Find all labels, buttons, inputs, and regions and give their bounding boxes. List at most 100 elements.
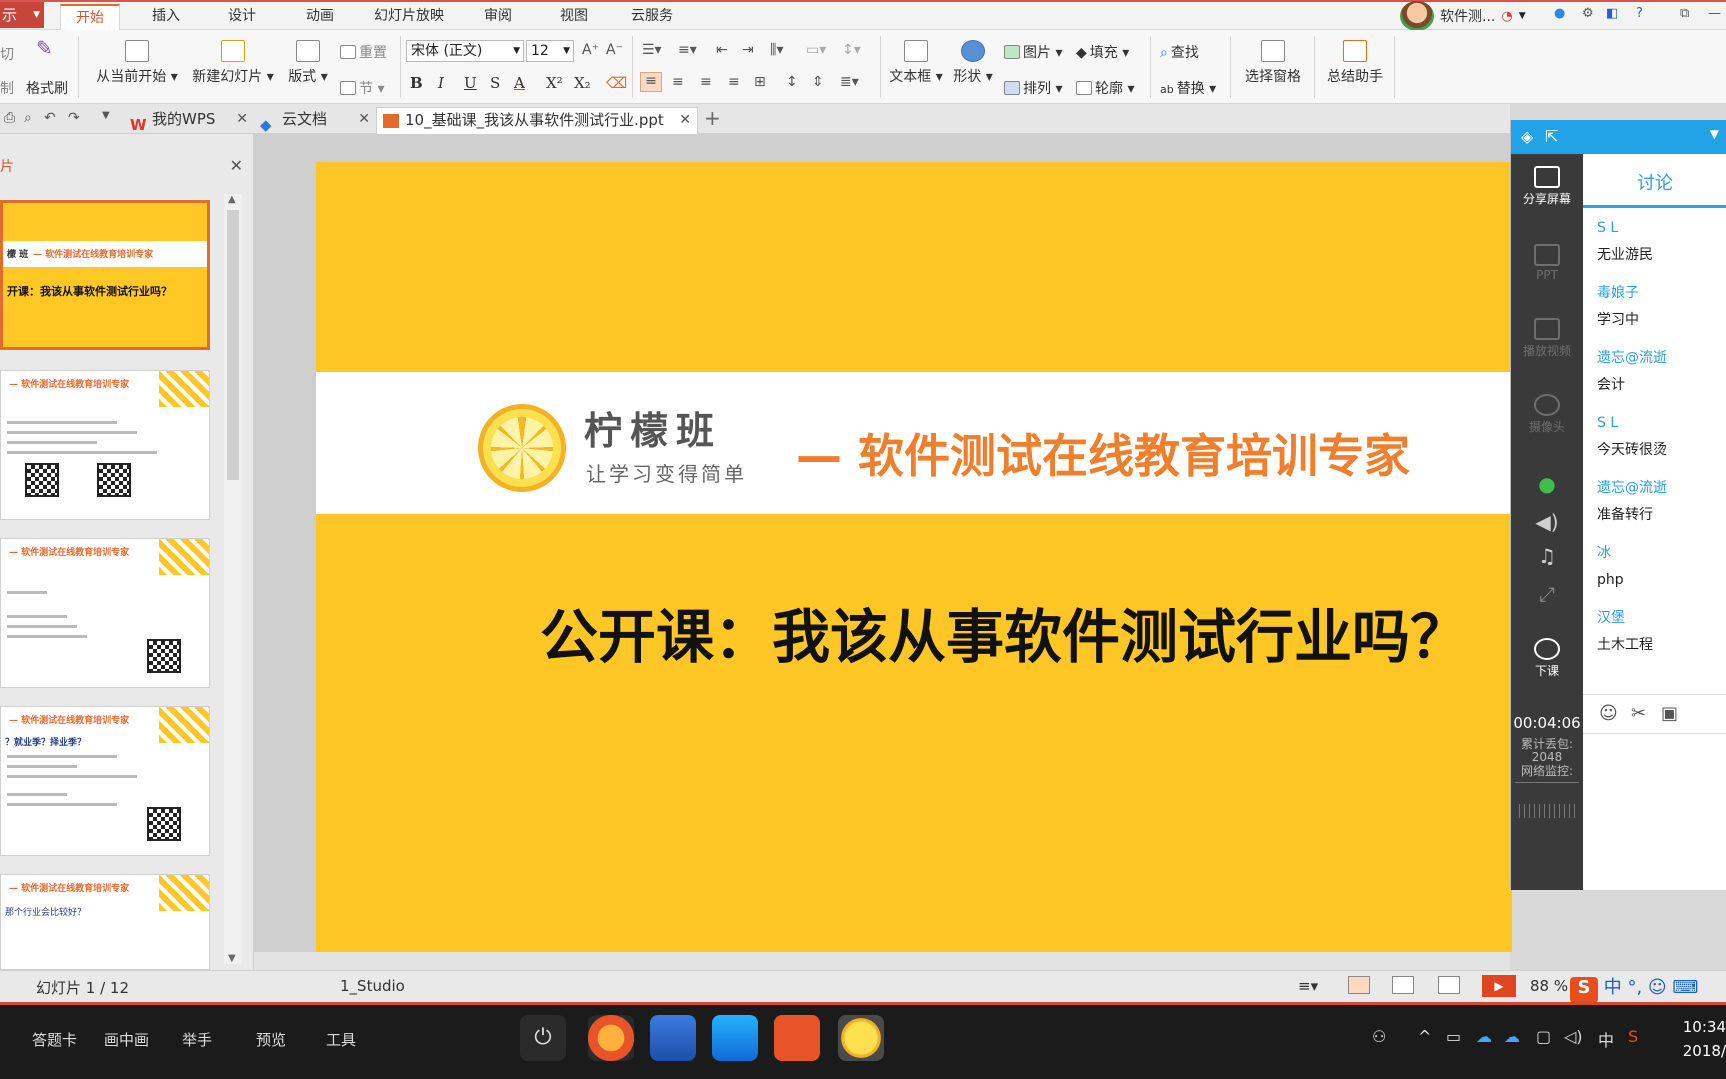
help-icon[interactable]: ?	[1636, 6, 1643, 21]
slide-thumbnail-4[interactable]: — 软件测试在线教育培训专家 ？就业季？择业季？	[0, 706, 210, 856]
new-tab-icon[interactable]: +	[704, 106, 721, 130]
underline-icon[interactable]: U	[464, 74, 477, 92]
sogou-tray-icon[interactable]: S	[1628, 1027, 1638, 1046]
subscript-icon[interactable]: X₂	[574, 74, 591, 92]
bold-icon[interactable]: B	[410, 74, 423, 92]
cloud-icon[interactable]: ☁	[1476, 1027, 1492, 1046]
chevron-down-icon[interactable]: ▼	[228, 953, 236, 964]
scissors-icon[interactable]: ✂	[1631, 703, 1646, 724]
pip-button[interactable]: 画中画	[104, 1029, 149, 1050]
minimize-icon[interactable]: —	[1708, 6, 1721, 21]
shape-button[interactable]: 形状 ▾	[950, 40, 996, 86]
restore-icon[interactable]: ⧉	[1680, 6, 1689, 21]
align-center-icon[interactable]: ≡	[672, 74, 684, 90]
play-video-button[interactable]: 播放视频	[1511, 318, 1583, 359]
tab-cloud-docs[interactable]: ◆ 云文档 ✕	[254, 107, 376, 134]
close-icon[interactable]: ✕	[679, 108, 691, 133]
tab-home[interactable]: 开始	[60, 4, 120, 30]
shadow-icon[interactable]: S	[490, 74, 500, 92]
reading-view-icon[interactable]	[1438, 976, 1460, 994]
user-area[interactable]: 软件测... ◔ ▼	[1400, 1, 1526, 31]
share-screen-button[interactable]: 分享屏幕	[1511, 166, 1583, 207]
new-slide-button[interactable]: 新建幻灯片 ▾	[188, 40, 278, 86]
layout-button[interactable]: 版式 ▾	[284, 40, 332, 86]
canvas-horizontal-scrollbar[interactable]	[254, 952, 1510, 970]
select-pane-button[interactable]: 选择窗格	[1238, 40, 1308, 86]
scroll-thumb[interactable]	[227, 210, 239, 480]
wps-presentation-icon[interactable]	[774, 1015, 820, 1061]
copy-button[interactable]: 制	[0, 78, 14, 98]
tab-discussion[interactable]: 讨论	[1583, 154, 1726, 208]
redo-icon[interactable]: ↷	[68, 110, 80, 126]
app-menu-button[interactable]: 示 ▼	[0, 2, 44, 28]
slide-thumbnail-5[interactable]: — 软件测试在线教育培训专家 那个行业会比较好？	[0, 874, 210, 970]
tab-animation[interactable]: 动画	[294, 4, 346, 30]
text-box-button[interactable]: 文本框 ▾	[886, 40, 946, 86]
align-right-icon[interactable]: ≡	[700, 74, 712, 90]
lemon-app-icon[interactable]	[838, 1015, 884, 1061]
image-icon[interactable]: ▣	[1661, 703, 1678, 724]
browser-icon[interactable]: ●	[1554, 6, 1565, 21]
font-color-icon[interactable]: A	[514, 74, 525, 92]
zoom-level[interactable]: 88 %	[1530, 977, 1568, 995]
cloud-sync-icon[interactable]: ☁	[1504, 1027, 1520, 1046]
section-button[interactable]: 节 ▾	[340, 78, 384, 98]
decrease-indent-icon[interactable]: ⇤	[716, 42, 728, 58]
tools-button[interactable]: 工具	[326, 1029, 356, 1050]
preview-icon[interactable]: ⌕	[24, 110, 32, 126]
music-icon[interactable]: ♫	[1511, 544, 1583, 568]
summary-helper-button[interactable]: 总结助手	[1320, 40, 1390, 86]
fill-button[interactable]: ◆ 填充 ▾	[1076, 42, 1129, 62]
clear-format-icon[interactable]: ⌫	[606, 74, 627, 92]
text-direction-icon[interactable]: ↕▾	[842, 42, 861, 58]
slide-thumbnail-3[interactable]: — 软件测试在线教育培训专家	[0, 538, 210, 688]
columns-icon[interactable]: ⫼▾	[770, 42, 783, 58]
align-left-icon[interactable]: ≡	[640, 72, 662, 92]
grow-font-icon[interactable]: A⁺	[582, 42, 599, 58]
skin-icon[interactable]: ◧	[1606, 6, 1618, 21]
tab-current-presentation[interactable]: 10_基础课_我该从事软件测试行业.ppt ✕	[376, 107, 698, 134]
firefox-icon[interactable]	[588, 1015, 634, 1061]
close-icon[interactable]: ✕	[230, 156, 243, 175]
increase-indent-icon[interactable]: ⇥	[742, 42, 754, 58]
tab-cloud[interactable]: 云服务	[626, 4, 678, 30]
bullet-list-icon[interactable]: ☰▾	[642, 42, 662, 58]
italic-icon[interactable]: I	[438, 74, 444, 92]
shrink-font-icon[interactable]: A⁻	[606, 42, 623, 58]
camera-button[interactable]: 摄像头	[1511, 394, 1583, 435]
replace-button[interactable]: ab 替换 ▾	[1160, 78, 1216, 98]
paragraph-icon[interactable]: ≣▾	[840, 74, 859, 90]
tab-insert[interactable]: 插入	[140, 4, 192, 30]
pin-icon[interactable]: ◈	[1521, 127, 1533, 146]
power-icon[interactable]: ⏻	[520, 1015, 566, 1061]
number-list-icon[interactable]: ≡▾	[678, 42, 697, 58]
format-painter-button[interactable]: 格式刷	[26, 78, 68, 98]
people-icon[interactable]: ⚇	[1372, 1027, 1386, 1046]
answer-card-button[interactable]: 答题卡	[32, 1029, 77, 1050]
ppt-button[interactable]: PPT	[1511, 244, 1583, 282]
popout-icon[interactable]: ⇱	[1545, 127, 1558, 146]
video-editor-icon[interactable]	[650, 1015, 696, 1061]
current-slide[interactable]: 柠檬班 让学习变得简单 — 软件测试在线教育培训专家 公开课：我该从事软件测试行…	[316, 162, 1512, 952]
slide-thumbnail-1[interactable]: 檬 班 — 软件测试在线教育培训专家 开课：我该从事软件测试行业吗？	[0, 200, 210, 350]
slide-thumbnail-2[interactable]: — 软件测试在线教育培训专家	[0, 370, 210, 520]
arrange-button[interactable]: 排列 ▾	[1004, 78, 1062, 98]
close-icon[interactable]: ✕	[236, 107, 248, 132]
tab-design[interactable]: 设计	[216, 4, 268, 30]
tab-slideshow[interactable]: 幻灯片放映	[368, 4, 450, 30]
line-spacing-icon[interactable]: ↕	[786, 74, 798, 90]
picture-button[interactable]: 图片 ▾	[1004, 42, 1062, 62]
justify-icon[interactable]: ≡	[728, 74, 740, 90]
superscript-icon[interactable]: X²	[546, 74, 563, 92]
reset-button[interactable]: 重置	[340, 42, 387, 62]
paragraph-spacing-icon[interactable]: ⇕	[812, 74, 824, 90]
gear-icon[interactable]: ⚙	[1582, 6, 1594, 21]
find-button[interactable]: ⌕ 查找	[1160, 42, 1199, 62]
font-size-select[interactable]: 12 ▼	[526, 40, 574, 62]
tab-review[interactable]: 审阅	[476, 4, 520, 30]
emoji-icon[interactable]: ☺	[1599, 703, 1618, 724]
print-preview-icon[interactable]: ⎙	[4, 110, 15, 126]
from-current-button[interactable]: 从当前开始 ▾	[92, 40, 182, 86]
input-language[interactable]: 中	[1598, 1027, 1614, 1051]
battery-icon[interactable]: ▭	[1446, 1027, 1461, 1046]
